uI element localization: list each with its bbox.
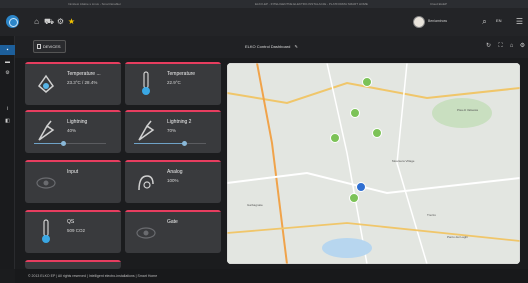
tile-accent-bar xyxy=(125,160,221,162)
user-menu[interactable]: Beniaminow xyxy=(413,14,447,30)
devices-button[interactable]: DEVICES xyxy=(33,40,66,53)
tile-title: Lightning xyxy=(67,119,88,125)
app-logo[interactable] xyxy=(6,15,19,28)
device-location-pin[interactable] xyxy=(349,193,359,203)
gear-icon[interactable]: ⚙ xyxy=(519,43,526,50)
lamp-icon xyxy=(138,120,155,141)
tile-title: Analog xyxy=(167,169,183,175)
search-icon[interactable]: ⌕ xyxy=(480,17,489,26)
tile-accent-bar xyxy=(25,160,121,162)
avatar xyxy=(413,16,425,28)
eye-icon xyxy=(136,227,156,239)
sidebar-item-dashboard[interactable]: ▪ xyxy=(0,45,15,55)
refresh-icon[interactable]: ↻ xyxy=(485,43,492,50)
map-place-label: Garbagnate xyxy=(247,203,263,207)
top-bar: ⌂ ⛟ ⚙ ★ Beniaminow ⌕ EN ☰ xyxy=(0,8,528,36)
sidebar-item-logout[interactable]: ◧ xyxy=(4,118,11,125)
tile-accent-bar xyxy=(125,210,221,212)
tile-value: 22.9°C xyxy=(167,80,181,85)
brightness-slider[interactable] xyxy=(134,141,206,146)
gauge-icon xyxy=(138,175,154,191)
gear-icon[interactable]: ⚙ xyxy=(56,17,65,26)
brightness-slider[interactable] xyxy=(34,141,106,146)
tile-lightning[interactable]: Lightning 40% xyxy=(25,110,121,153)
tile-title: Gate xyxy=(167,219,178,225)
thermostat-icon xyxy=(37,74,55,93)
tile-temperature-humidity[interactable]: Temperature ... 23.3°C / 28.4% xyxy=(25,62,121,105)
thermometer-icon xyxy=(42,219,50,243)
dashboard-title: ELKO Control Dashboard ✎ xyxy=(245,44,298,49)
eye-icon xyxy=(36,177,56,189)
lamp-icon xyxy=(38,120,55,141)
fullscreen-icon[interactable]: ⛶ xyxy=(497,43,504,50)
device-location-pin[interactable] xyxy=(372,128,382,138)
home-icon[interactable]: ⌂ xyxy=(32,17,41,26)
map-canvas[interactable] xyxy=(227,63,520,264)
tile-analog[interactable]: Analog 100% xyxy=(125,160,221,203)
sidebar-item-settings[interactable]: ⚙ xyxy=(4,70,11,77)
device-location-pin[interactable] xyxy=(350,108,360,118)
slider-knob[interactable] xyxy=(182,141,187,146)
dashboard-header: DEVICES ELKO Control Dashboard ✎ ↻ ⛶ ⌂ ⚙ xyxy=(15,36,528,58)
dashboard-title-text: ELKO Control Dashboard xyxy=(245,44,291,49)
sidebar-item-info[interactable]: i xyxy=(4,106,11,113)
footer: © 2013 ELKO EP | All rights reserved | I… xyxy=(15,269,528,283)
tile-accent-bar xyxy=(125,110,221,112)
tile-value: 40% xyxy=(67,128,77,133)
tile-qs[interactable]: QS 509 CO2 xyxy=(25,210,121,253)
map-place-label: Moarsera Village xyxy=(392,159,415,163)
slider-fill xyxy=(34,143,63,144)
tile-accent-bar xyxy=(25,62,121,64)
user-name: Beniaminow xyxy=(428,19,448,23)
tile-accent-bar xyxy=(25,260,121,262)
sidebar-item-devices[interactable]: ▬ xyxy=(4,59,11,66)
browser-tab-bar: Inimitesi zdalne s Linux - Smart Enabler… xyxy=(0,0,528,8)
current-location-pin[interactable] xyxy=(356,182,366,192)
menu-icon[interactable]: ☰ xyxy=(515,17,524,26)
map-place-label: Pisa di Valsesia xyxy=(457,108,478,112)
tile-accent-bar xyxy=(25,210,121,212)
map-place-label: Parco dei Laghi xyxy=(447,235,468,239)
browser-tab[interactable]: Inimitesi zdalne s Linux - Smart Enabler xyxy=(68,1,153,7)
star-icon[interactable]: ★ xyxy=(67,17,76,26)
slider-knob[interactable] xyxy=(61,141,66,146)
browser-tab[interactable]: ELKO-EP - INTELIGENTNE ELEKTRO-INSTALACJ… xyxy=(255,1,370,7)
slider-fill xyxy=(134,143,184,144)
tile-title: Temperature xyxy=(167,71,196,77)
tile-value: 23.3°C / 28.4% xyxy=(67,80,98,85)
tile-value: 509 CO2 xyxy=(67,228,86,233)
tile-gate[interactable]: Gate xyxy=(125,210,221,253)
map-panel[interactable]: Pisa di Valsesia Moarsera Village Parco … xyxy=(227,63,520,264)
tile-value: 70% xyxy=(167,128,177,133)
browser-tab[interactable]: Cloud EloEP xyxy=(430,1,470,7)
car-icon[interactable]: ⛟ xyxy=(44,17,54,26)
language-selector[interactable]: EN xyxy=(496,18,502,23)
home-icon[interactable]: ⌂ xyxy=(508,43,515,50)
tile-lightning-2[interactable]: Lightning 2 70% xyxy=(125,110,221,153)
tile-title: Lightning 2 xyxy=(167,119,192,125)
sidebar: ▪ ▬ ⚙ i ◧ xyxy=(0,36,15,269)
tile-title: Temperature ... xyxy=(67,71,101,77)
device-location-pin[interactable] xyxy=(330,133,340,143)
tile-title: Input xyxy=(67,169,79,175)
tile-temperature[interactable]: Temperature 22.9°C xyxy=(125,62,221,105)
tile-input[interactable]: Input xyxy=(25,160,121,203)
edit-icon[interactable]: ✎ xyxy=(294,44,297,49)
tile-title: QS xyxy=(67,219,75,225)
tile-value: 100% xyxy=(167,178,179,183)
devices-icon xyxy=(37,44,41,49)
tile-accent-bar xyxy=(125,62,221,64)
devices-button-label: DEVICES xyxy=(43,44,61,49)
device-location-pin[interactable] xyxy=(362,77,372,87)
thermometer-icon xyxy=(142,71,150,95)
tile-partial xyxy=(25,260,121,269)
tile-accent-bar xyxy=(25,110,121,112)
map-place-label: Trezzo xyxy=(427,213,437,217)
